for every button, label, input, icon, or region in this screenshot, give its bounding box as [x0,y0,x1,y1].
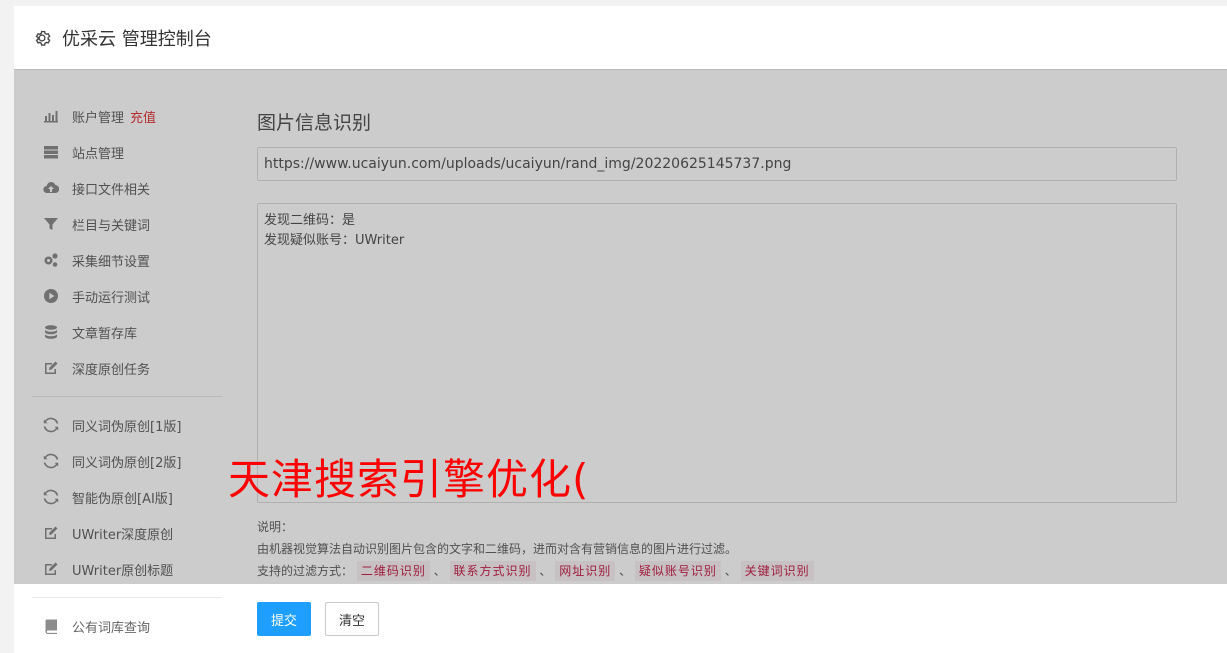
notes: 说明： 由机器视觉算法自动识别图片包含的文字和二维码，进而对含有营销信息的图片进… [257,516,814,582]
result-line: 发现疑似账号：UWriter [264,233,405,248]
sidebar-item-article-store[interactable]: 文章暂存库 [42,320,137,344]
filter-methods: 支持的过滤方式： 二维码识别 、 联系方式识别 、 网址识别 、 疑似账号识别 … [257,560,814,582]
filter-tag: 关键词识别 [740,561,814,581]
server-icon [42,143,60,161]
edit-icon [42,524,60,542]
sidebar-item-label: 同义词伪原创[1版] [72,419,182,435]
sidebar-item-label: 采集细节设置 [72,254,151,270]
sidebar-item-deep-original-task[interactable]: 深度原创任务 [42,356,150,380]
separator: 、 [539,564,552,578]
page: 优采云 管理控制台 账户管理 充值 站点管理 接口文件相关 栏目与关键词 采集细… [0,0,1227,653]
sidebar-item-label: 公有词库查询 [72,620,151,636]
recharge-link[interactable]: 充值 [130,107,156,126]
refresh-icon [42,452,60,470]
sidebar-item-label: 手动运行测试 [72,290,151,306]
sidebar-item-api-files[interactable]: 接口文件相关 [42,176,150,200]
sidebar-divider [32,396,222,397]
clear-button[interactable]: 清空 [325,602,379,636]
app-title: 优采云 管理控制台 [62,28,212,50]
sidebar-item-label: 账户管理 [72,110,125,126]
watermark-text: 天津搜索引擎优化( [228,455,590,504]
main-content: 图片信息识别 发现二维码：是 发现疑似账号：UWriter 说明： 由机器视觉算… [257,70,1177,653]
separator: 、 [724,564,737,578]
sidebar-item-uwriter-title[interactable]: UWriter原创标题 [42,557,173,581]
sidebar-item-collect-settings[interactable]: 采集细节设置 [42,248,150,272]
edit-icon [42,359,60,377]
filters-label: 支持的过滤方式： [257,564,354,578]
sidebar-item-account[interactable]: 账户管理 充值 [42,104,156,128]
sidebar-item-label: 站点管理 [72,146,125,162]
result-line: 发现二维码：是 [264,213,356,228]
refresh-icon [42,416,60,434]
refresh-icon [42,488,60,506]
bar-chart-icon [42,107,60,125]
image-url-input[interactable] [257,147,1177,181]
sidebar-item-label: 深度原创任务 [72,362,151,378]
gears-icon [42,251,60,269]
cloud-upload-icon [42,179,60,197]
sidebar-item-label: 接口文件相关 [72,182,151,198]
sidebar-item-label: UWriter原创标题 [72,563,174,579]
sidebar-item-manual-test[interactable]: 手动运行测试 [42,284,150,308]
notes-description: 由机器视觉算法自动识别图片包含的文字和二维码，进而对含有营销信息的图片进行过滤。 [257,542,738,556]
sidebar-item-label: 同义词伪原创[2版] [72,455,182,471]
sidebar-item-synonym-v2[interactable]: 同义词伪原创[2版] [42,449,181,473]
sidebar: 账户管理 充值 站点管理 接口文件相关 栏目与关键词 采集细节设置 手动运行测试… [14,70,229,653]
app-header: 优采云 管理控制台 [14,6,1227,70]
separator: 、 [433,564,446,578]
sidebar-item-ai-pseudo[interactable]: 智能伪原创[AI版] [42,485,173,509]
book-icon [42,617,60,635]
sidebar-item-uwriter-deep[interactable]: UWriter深度原创 [42,521,173,545]
sidebar-item-sites[interactable]: 站点管理 [42,140,124,164]
sidebar-item-label: UWriter深度原创 [72,527,174,543]
separator: 、 [619,564,632,578]
sidebar-divider [32,597,222,598]
filter-icon [42,215,60,233]
sidebar-item-label: 栏目与关键词 [72,218,151,234]
filter-tag: 疑似账号识别 [634,561,721,581]
database-icon [42,323,60,341]
filter-tag: 联系方式识别 [449,561,536,581]
sidebar-item-label: 文章暂存库 [72,326,138,342]
sidebar-item-synonym-v1[interactable]: 同义词伪原创[1版] [42,413,181,437]
sidebar-item-label: 智能伪原创[AI版] [72,491,173,507]
gear-icon [35,30,51,46]
notes-heading: 说明： [257,520,294,534]
page-title: 图片信息识别 [257,112,372,134]
filter-tag: 网址识别 [555,561,616,581]
edit-icon [42,560,60,578]
filter-tag: 二维码识别 [356,561,430,581]
play-circle-icon [42,287,60,305]
sidebar-item-columns-keywords[interactable]: 栏目与关键词 [42,212,150,236]
submit-button[interactable]: 提交 [257,602,311,636]
sidebar-item-public-lexicon[interactable]: 公有词库查询 [42,614,150,638]
